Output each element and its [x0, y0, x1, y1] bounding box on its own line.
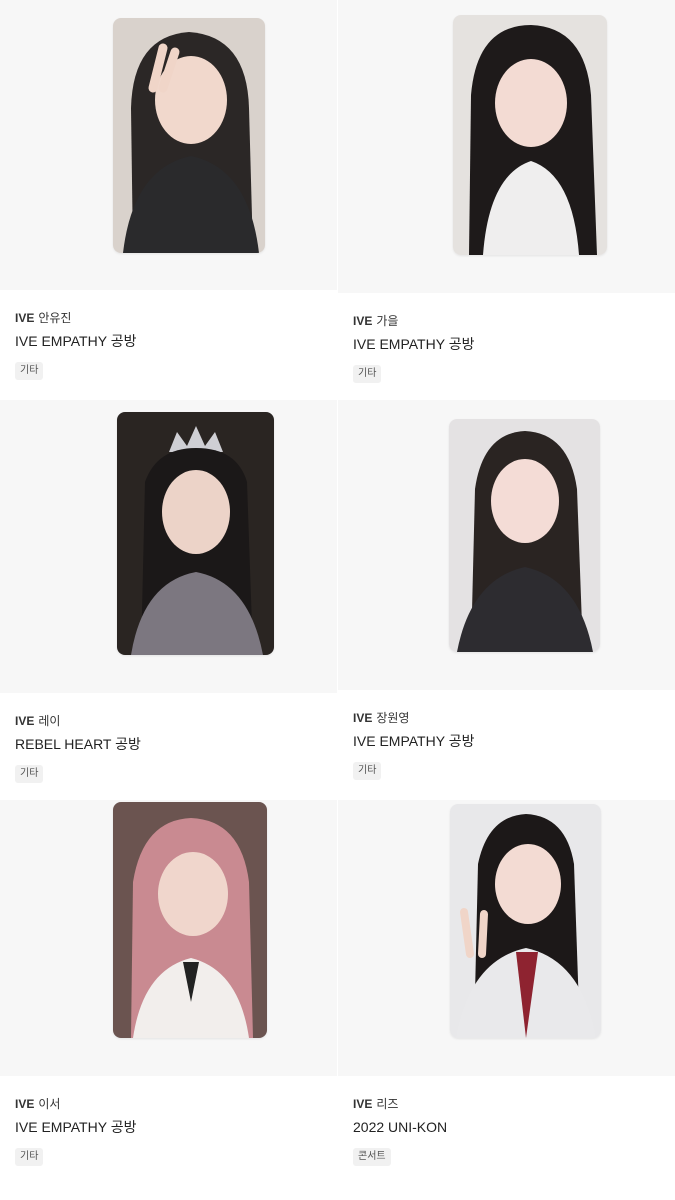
photocard-image[interactable]: [450, 804, 601, 1038]
card-info: IVE 가을 IVE EMPATHY 공방 기타: [338, 293, 675, 400]
album-title: 2022 UNI-KON: [353, 1119, 448, 1135]
photo-illustration: [117, 412, 274, 655]
artist-line: IVE 가을: [353, 313, 660, 329]
card-info: IVE 안유진 IVE EMPATHY 공방 기타: [0, 290, 337, 400]
photo-illustration: [449, 419, 600, 652]
photocard-image[interactable]: [113, 18, 265, 253]
card-image-area[interactable]: [338, 400, 675, 690]
member-name: 장원영: [376, 711, 410, 725]
category-tag[interactable]: 기타: [353, 762, 382, 780]
member-name: 리즈: [376, 1097, 399, 1111]
artist-line: IVE 안유진: [15, 310, 322, 326]
card-info: IVE 이서 IVE EMPATHY 공방 기타: [0, 1076, 337, 1200]
card-image-area[interactable]: [0, 800, 337, 1076]
photocard-image[interactable]: [453, 15, 607, 255]
album-title: IVE EMPATHY 공방: [353, 733, 475, 749]
member-name: 가을: [376, 314, 399, 328]
card-info: IVE 레이 REBEL HEART 공방 기타: [0, 693, 337, 800]
product-card[interactable]: IVE 안유진 IVE EMPATHY 공방 기타: [0, 0, 337, 400]
category-tag[interactable]: 콘서트: [353, 1148, 391, 1166]
artist-line: IVE 장원영: [353, 710, 660, 726]
card-image-area[interactable]: [338, 800, 675, 1076]
album-title: IVE EMPATHY 공방: [15, 333, 137, 349]
category-tag[interactable]: 기타: [15, 1148, 44, 1166]
artist-line: IVE 리즈: [353, 1096, 660, 1112]
category-tag[interactable]: 기타: [15, 765, 44, 783]
group-name: IVE: [353, 711, 373, 725]
product-card[interactable]: IVE 장원영 IVE EMPATHY 공방 기타: [338, 400, 675, 800]
product-card[interactable]: IVE 이서 IVE EMPATHY 공방 기타: [0, 800, 337, 1200]
group-name: IVE: [353, 1097, 373, 1111]
category-tag[interactable]: 기타: [15, 362, 44, 380]
album-title: IVE EMPATHY 공방: [353, 336, 475, 352]
album-title: REBEL HEART 공방: [15, 736, 141, 752]
artist-line: IVE 레이: [15, 713, 322, 729]
photo-illustration: [113, 802, 267, 1038]
member-name: 안유진: [38, 311, 72, 325]
card-info: IVE 장원영 IVE EMPATHY 공방 기타: [338, 690, 675, 800]
photocard-image[interactable]: [113, 802, 267, 1038]
photocard-image[interactable]: [449, 419, 600, 652]
group-name: IVE: [15, 714, 35, 728]
album-title: IVE EMPATHY 공방: [15, 1119, 137, 1135]
card-info: IVE 리즈 2022 UNI-KON 콘서트: [338, 1076, 675, 1200]
member-name: 레이: [38, 714, 61, 728]
product-card[interactable]: IVE 리즈 2022 UNI-KON 콘서트: [338, 800, 675, 1200]
artist-line: IVE 이서: [15, 1096, 322, 1112]
product-card[interactable]: IVE 가을 IVE EMPATHY 공방 기타: [338, 0, 675, 400]
member-name: 이서: [38, 1097, 61, 1111]
photocard-grid: IVE 안유진 IVE EMPATHY 공방 기타 IVE 가을 IVE EMPAT…: [0, 0, 675, 1200]
photo-illustration: [450, 804, 601, 1038]
card-image-area[interactable]: [0, 400, 337, 693]
photocard-image[interactable]: [117, 412, 274, 655]
group-name: IVE: [15, 1097, 35, 1111]
group-name: IVE: [353, 314, 373, 328]
category-tag[interactable]: 기타: [353, 365, 382, 383]
card-image-area[interactable]: [0, 0, 337, 290]
photo-illustration: [453, 15, 607, 255]
card-image-area[interactable]: [338, 0, 675, 293]
group-name: IVE: [15, 311, 35, 325]
photo-illustration: [113, 18, 265, 253]
